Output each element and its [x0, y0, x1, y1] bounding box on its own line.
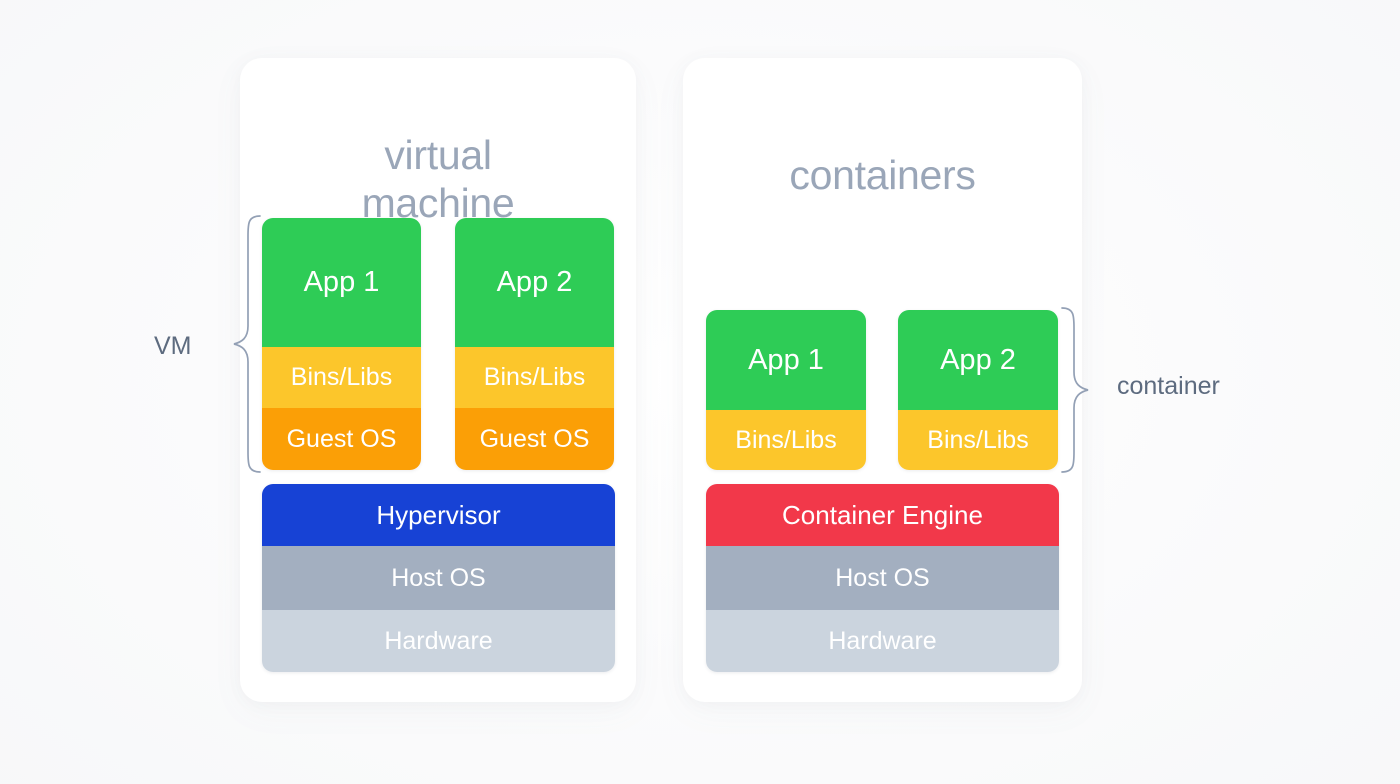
container-brace-icon — [1061, 307, 1089, 473]
vm-stack-app2: App 2 Bins/Libs Guest OS — [455, 218, 614, 470]
vm-layer-host-os: Host OS — [262, 546, 615, 610]
vm-stack-app1: App 1 Bins/Libs Guest OS — [262, 218, 421, 470]
vm-layer-guestos1: Guest OS — [262, 408, 421, 470]
vm-base-stack: Hypervisor Host OS Hardware — [262, 484, 615, 672]
container-layer-bins2: Bins/Libs — [898, 410, 1058, 470]
vm-layer-bins2: Bins/Libs — [455, 347, 614, 408]
container-stack-app2: App 2 Bins/Libs — [898, 310, 1058, 470]
vm-layer-bins1: Bins/Libs — [262, 347, 421, 408]
vm-layer-app1: App 1 — [262, 218, 421, 347]
panel-title-containers: containers — [789, 152, 976, 198]
vm-layer-hardware: Hardware — [262, 610, 615, 672]
container-brace-label: container — [1117, 372, 1220, 400]
vm-brace-label: VM — [154, 332, 192, 360]
vm-brace-icon — [233, 215, 261, 473]
container-layer-app1: App 1 — [706, 310, 866, 410]
container-layer-engine: Container Engine — [706, 484, 1059, 546]
container-layer-host-os: Host OS — [706, 546, 1059, 610]
vm-layer-app2: App 2 — [455, 218, 614, 347]
vm-layer-guestos2: Guest OS — [455, 408, 614, 470]
vm-layer-hypervisor: Hypervisor — [262, 484, 615, 546]
container-layer-app2: App 2 — [898, 310, 1058, 410]
diagram-canvas: virtual machine App 1 Bins/Libs Guest OS… — [0, 0, 1400, 784]
container-stack-app1: App 1 Bins/Libs — [706, 310, 866, 470]
container-layer-bins1: Bins/Libs — [706, 410, 866, 470]
container-base-stack: Container Engine Host OS Hardware — [706, 484, 1059, 672]
panel-title-virtual-machine: virtual machine — [361, 132, 515, 226]
container-layer-hardware: Hardware — [706, 610, 1059, 672]
